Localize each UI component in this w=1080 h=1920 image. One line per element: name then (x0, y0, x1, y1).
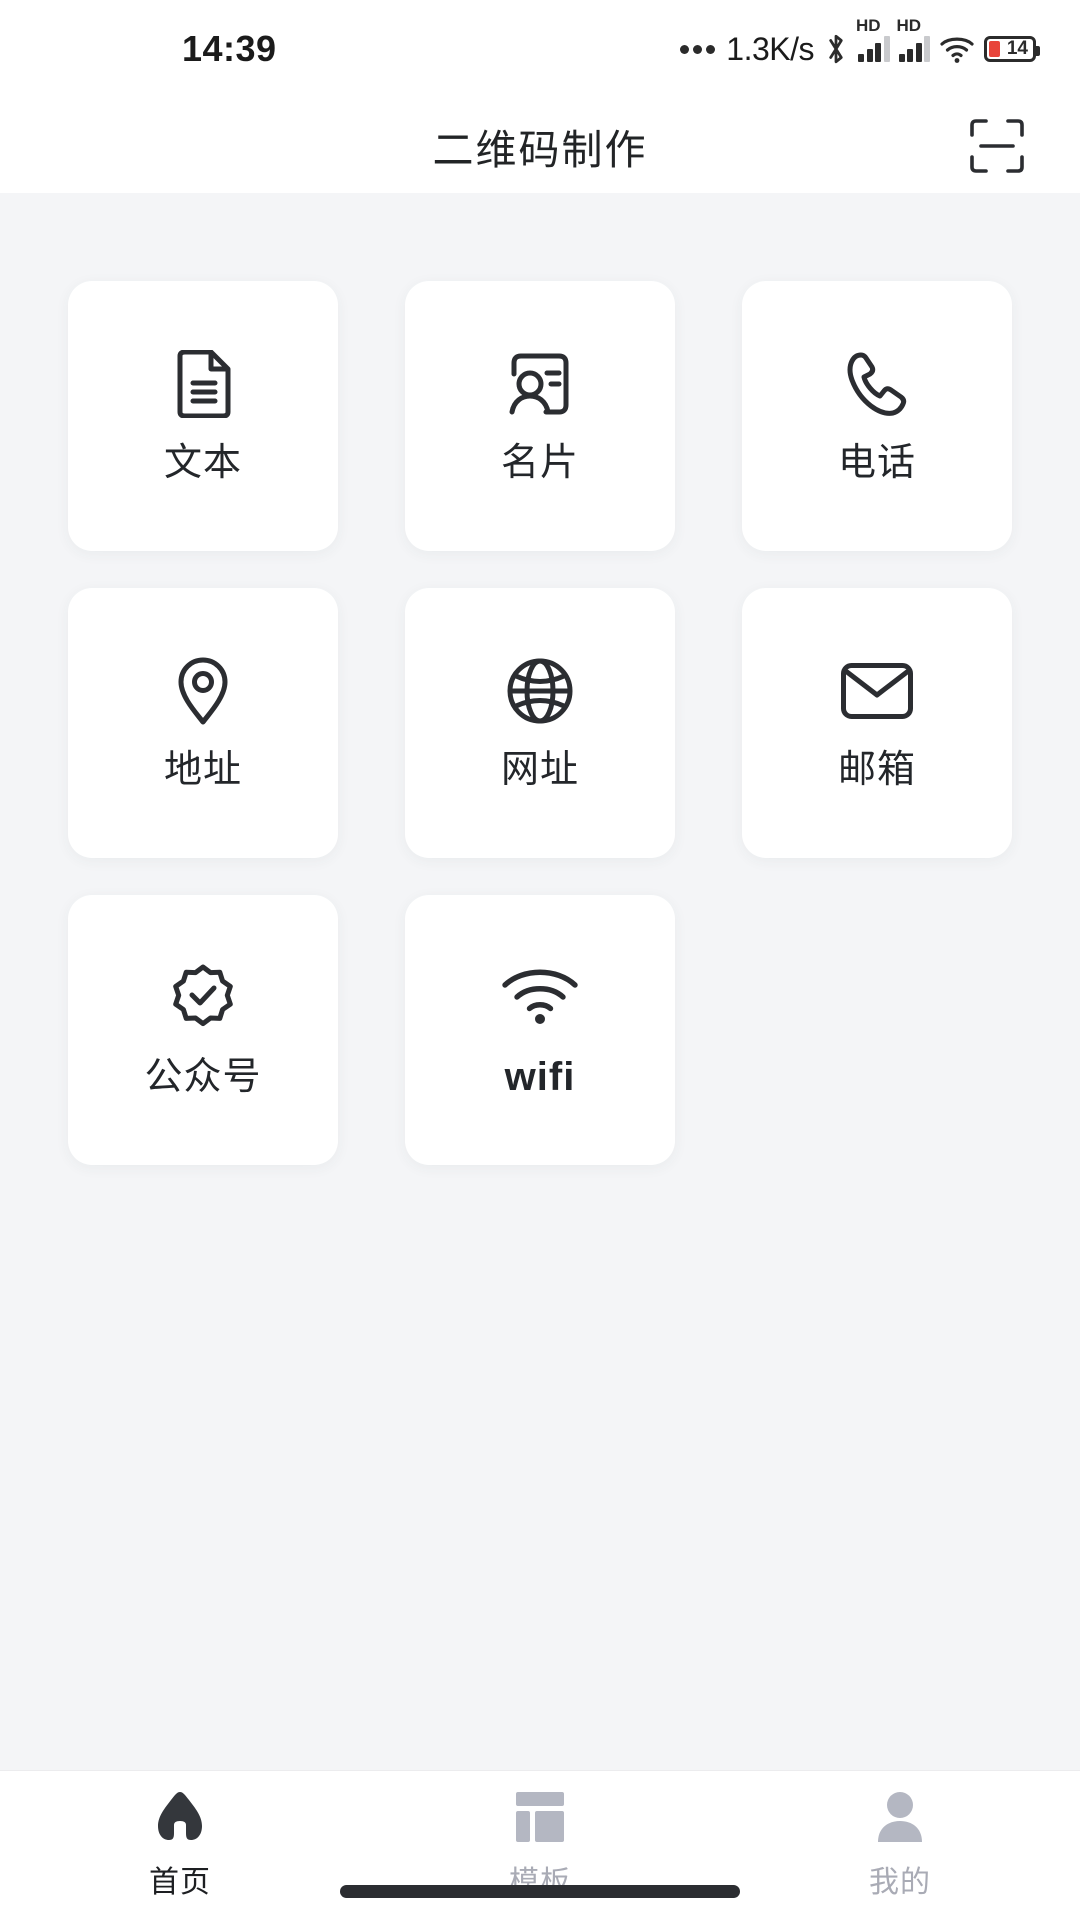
globe-icon (506, 657, 574, 725)
card-label: 名片 (500, 442, 579, 484)
status-bar: 14:39 1.3K/s HD HD 14 (0, 0, 1080, 98)
page-title: 二维码制作 (432, 126, 648, 173)
card-label: 邮箱 (837, 749, 916, 791)
qr-type-grid: 文本 名片 电话 地址 网址 邮箱 公众号 wifi (68, 281, 1012, 1165)
signal-sim2-icon: HD (897, 17, 930, 62)
signal-sim1-icon: HD (856, 17, 890, 62)
card-url[interactable]: 网址 (405, 588, 675, 858)
sim1-hd-label: HD (856, 16, 881, 35)
card-official-account[interactable]: 公众号 (68, 895, 338, 1165)
verified-badge-icon (169, 964, 237, 1032)
network-speed-label: 1.3K/s (726, 30, 814, 67)
sim2-hd-label: HD (896, 16, 922, 35)
home-indicator (340, 1885, 740, 1898)
battery-level-label: 14 (1006, 38, 1028, 59)
sim2-bars (898, 36, 930, 62)
scan-qr-icon[interactable] (966, 115, 1028, 177)
card-text[interactable]: 文本 (68, 281, 338, 551)
card-label: 文本 (163, 442, 242, 484)
battery-icon: 14 (984, 36, 1040, 62)
app-bar: 二维码制作 (0, 98, 1080, 193)
card-label: 电话 (837, 442, 916, 484)
wifi-icon (501, 963, 579, 1031)
business-card-icon (506, 350, 574, 418)
envelope-icon (840, 657, 914, 725)
sim1-bars (858, 36, 890, 62)
card-phone[interactable]: 电话 (742, 281, 1012, 551)
status-bar-clock: 14:39 (182, 28, 277, 69)
tab-label: 首页 (149, 1866, 211, 1899)
location-pin-icon (175, 657, 231, 725)
card-label: 网址 (500, 749, 579, 791)
template-icon (514, 1789, 566, 1845)
more-dots-icon (680, 44, 716, 54)
card-address[interactable]: 地址 (68, 588, 338, 858)
bottom-tab-bar: 首页 模板 我的 (0, 1770, 1080, 1920)
app-screen: 14:39 1.3K/s HD HD 14 二维码制作 文本 名片 电话 地址 … (0, 0, 1080, 1920)
card-label: wifi (504, 1055, 576, 1099)
phone-icon (845, 350, 909, 418)
bluetooth-icon (823, 32, 849, 66)
tab-mine[interactable]: 我的 (720, 1789, 1080, 1901)
tab-home[interactable]: 首页 (0, 1789, 360, 1901)
wifi-status-icon (939, 34, 975, 64)
main-content: 文本 名片 电话 地址 网址 邮箱 公众号 wifi (0, 193, 1080, 1770)
person-icon (875, 1789, 925, 1845)
card-wifi[interactable]: wifi (405, 895, 675, 1165)
card-label: 公众号 (144, 1056, 262, 1098)
status-bar-indicators: 1.3K/s HD HD 14 (680, 17, 1040, 68)
home-icon (152, 1789, 208, 1845)
document-text-icon (172, 350, 234, 418)
card-business-card[interactable]: 名片 (405, 281, 675, 551)
tab-label: 我的 (869, 1866, 931, 1899)
card-email[interactable]: 邮箱 (742, 588, 1012, 858)
card-label: 地址 (163, 749, 242, 791)
